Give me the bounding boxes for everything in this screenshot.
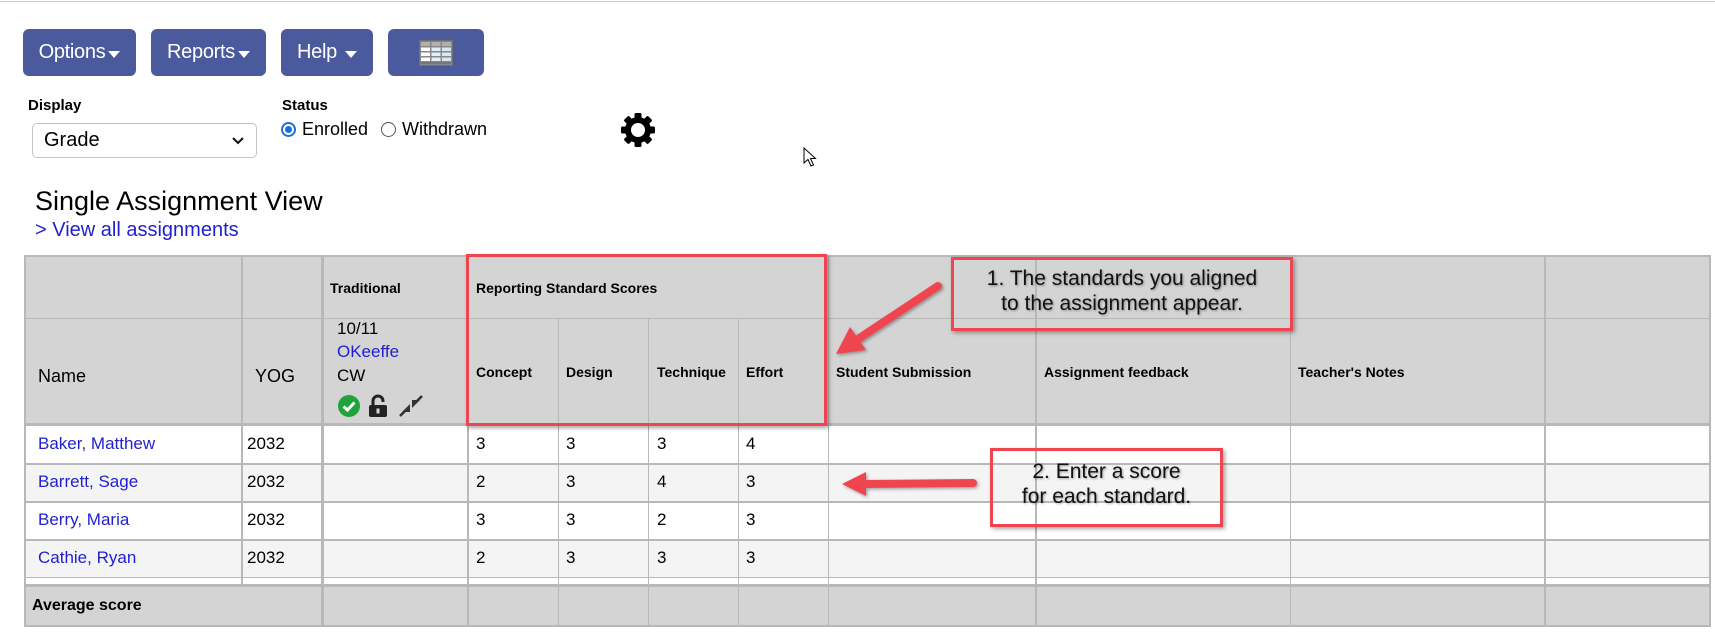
effort-score[interactable]: 3 bbox=[746, 548, 755, 568]
radio-selected-icon bbox=[281, 122, 296, 137]
table-footer bbox=[26, 587, 1709, 625]
assignment-code: CW bbox=[337, 366, 366, 385]
top-divider bbox=[0, 1, 1715, 2]
options-menu-button[interactable]: Options bbox=[23, 29, 136, 76]
reports-label: Reports bbox=[167, 41, 235, 63]
concept-score[interactable]: 2 bbox=[476, 548, 485, 568]
effort-score[interactable]: 3 bbox=[746, 472, 755, 492]
table-row: Barrett, Sage 2032 2 3 4 3 bbox=[26, 464, 1709, 501]
design-score[interactable]: 3 bbox=[566, 510, 575, 530]
table-row: Berry, Maria 2032 3 3 2 3 bbox=[26, 502, 1709, 539]
display-select-value: Grade bbox=[44, 129, 100, 151]
reports-menu-button[interactable]: Reports bbox=[151, 29, 266, 76]
radio-unselected-icon bbox=[381, 122, 396, 137]
caret-down-icon bbox=[108, 50, 121, 58]
traditional-group-header: Traditional bbox=[330, 280, 401, 296]
callout-1-text: 1. The standards you aligned to the assi… bbox=[951, 266, 1293, 316]
unlock-icon[interactable] bbox=[368, 394, 390, 418]
effort-score[interactable]: 3 bbox=[746, 510, 755, 530]
student-name-link[interactable]: Baker, Matthew bbox=[38, 434, 155, 454]
withdrawn-label: Withdrawn bbox=[402, 119, 488, 139]
row-divider bbox=[26, 501, 1709, 503]
row-divider bbox=[26, 577, 1709, 578]
assignment-grade-table: Traditional Reporting Standard Scores Na… bbox=[24, 255, 1711, 627]
concept-score[interactable]: 2 bbox=[476, 472, 485, 492]
page-title: Single Assignment View bbox=[35, 186, 323, 216]
design-score[interactable]: 3 bbox=[566, 472, 575, 492]
column-divider bbox=[1544, 257, 1546, 625]
concept-score[interactable]: 3 bbox=[476, 434, 485, 454]
table-row: Cathie, Ryan 2032 2 3 3 3 bbox=[26, 540, 1709, 577]
help-menu-button[interactable]: Help bbox=[281, 29, 373, 76]
status-withdrawn-radio[interactable]: Withdrawn bbox=[381, 119, 487, 140]
yog-value: 2032 bbox=[247, 434, 285, 453]
display-label: Display bbox=[28, 97, 82, 114]
options-label: Options bbox=[38, 41, 106, 63]
column-divider bbox=[321, 257, 324, 625]
concept-score[interactable]: 3 bbox=[476, 510, 485, 530]
average-score-label: Average score bbox=[32, 597, 142, 614]
display-select[interactable]: Grade bbox=[32, 123, 257, 158]
grid-view-button[interactable] bbox=[388, 29, 484, 76]
assignment-teacher-link[interactable]: OKeeffe bbox=[337, 342, 399, 362]
column-divider bbox=[828, 257, 829, 625]
collapse-icon[interactable] bbox=[398, 394, 424, 418]
yog-column-header[interactable]: YOG bbox=[255, 366, 295, 387]
student-name-link[interactable]: Barrett, Sage bbox=[38, 472, 138, 492]
callout-2-text: 2. Enter a score for each standard. bbox=[990, 459, 1223, 509]
effort-score[interactable]: 4 bbox=[746, 434, 755, 454]
caret-down-icon bbox=[344, 50, 357, 58]
yog-value: 2032 bbox=[247, 510, 285, 529]
row-divider bbox=[26, 463, 1709, 465]
gear-icon[interactable] bbox=[618, 110, 658, 150]
design-score[interactable]: 3 bbox=[566, 548, 575, 568]
yog-value: 2032 bbox=[247, 548, 285, 567]
design-score[interactable]: 3 bbox=[566, 434, 575, 454]
row-divider bbox=[26, 539, 1709, 541]
header-row-divider bbox=[26, 318, 1709, 319]
caret-down-icon bbox=[237, 50, 250, 58]
mouse-pointer-icon bbox=[803, 147, 817, 167]
enrolled-label: Enrolled bbox=[302, 119, 369, 139]
status-label: Status bbox=[282, 97, 328, 114]
student-name-link[interactable]: Berry, Maria bbox=[38, 510, 129, 530]
column-divider bbox=[241, 257, 243, 585]
assignment-date: 10/11 bbox=[337, 319, 379, 338]
check-circle-icon[interactable] bbox=[337, 394, 361, 418]
assignment-feedback-column-header: Assignment feedback bbox=[1044, 364, 1189, 380]
callout-2-line-2: for each standard. bbox=[1021, 485, 1192, 508]
callout-1-line-2: to the assignment appear. bbox=[1001, 292, 1243, 315]
student-submission-column-header: Student Submission bbox=[836, 364, 972, 380]
status-enrolled-radio[interactable]: Enrolled bbox=[281, 119, 368, 140]
help-label: Help bbox=[297, 41, 337, 63]
table-header bbox=[26, 257, 1709, 425]
student-name-link[interactable]: Cathie, Ryan bbox=[38, 548, 136, 568]
technique-score[interactable]: 2 bbox=[657, 510, 666, 530]
callout-2-line-1: 2. Enter a score bbox=[1032, 460, 1181, 483]
callout-1-line-1: 1. The standards you aligned bbox=[986, 267, 1258, 290]
technique-score[interactable]: 3 bbox=[657, 548, 666, 568]
view-all-assignments-link[interactable]: > View all assignments bbox=[35, 219, 239, 242]
table-row: Baker, Matthew 2032 3 3 3 4 bbox=[26, 426, 1709, 463]
technique-score[interactable]: 3 bbox=[657, 434, 666, 454]
name-column-header[interactable]: Name bbox=[38, 366, 86, 387]
spreadsheet-grid-icon bbox=[419, 39, 453, 66]
technique-score[interactable]: 4 bbox=[657, 472, 666, 492]
chevron-down-icon bbox=[232, 137, 244, 145]
teachers-notes-column-header: Teacher's Notes bbox=[1298, 364, 1405, 380]
yog-value: 2032 bbox=[247, 472, 285, 491]
standards-highlight-box bbox=[466, 254, 827, 426]
